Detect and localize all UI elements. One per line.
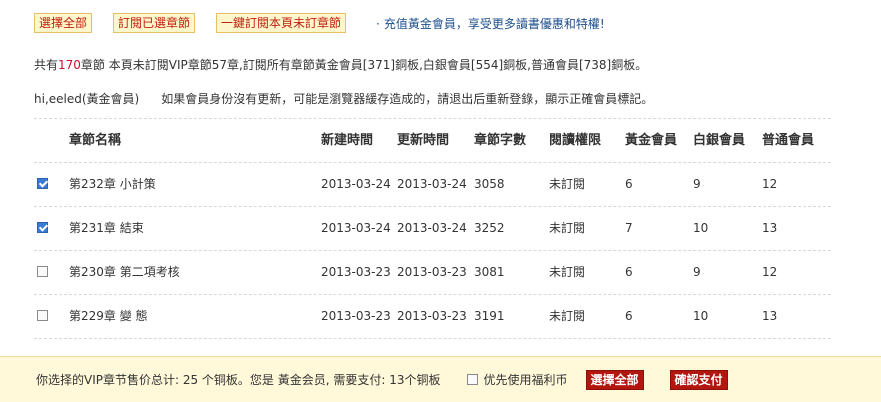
- table-header: 章節名稱 新建時間 更新時間 章節字數 閱讀權限 黃金會員 白銀會員 普通會員: [34, 118, 831, 163]
- top-toolbar: 選擇全部 訂閱已選章節 一鍵訂閱本頁未訂章節 · 充值黃金會員，享受更多讀書優惠和…: [34, 12, 605, 34]
- silver-price: 9: [693, 177, 701, 191]
- header-words: 章節字數: [474, 133, 527, 148]
- row-checkbox-cell: [37, 251, 48, 294]
- header-gold: 黃金會員: [625, 133, 678, 148]
- chapter-table: 章節名稱 新建時間 更新時間 章節字數 閱讀權限 黃金會員 白銀會員 普通會員 …: [34, 118, 831, 339]
- header-normal: 普通會員: [762, 133, 815, 148]
- read-permission: 未訂閱: [549, 221, 586, 235]
- gold-price: 6: [625, 265, 633, 279]
- prefer-welfare-checkbox[interactable]: [466, 374, 478, 385]
- header-chapter-name: 章節名稱: [69, 133, 122, 148]
- summary-prefix: 共有: [34, 58, 59, 72]
- row-checkbox[interactable]: [37, 178, 48, 189]
- promo-text[interactable]: 充值黃金會員，享受更多讀書優惠和特權!: [384, 17, 605, 31]
- total-price-text: 你选择的VIP章节售价总计: 25 个铜板。您是 黃金会员, 需要支付: 13个…: [36, 373, 441, 387]
- updated-date: 2013-03-24: [397, 221, 467, 235]
- word-count: 3252: [474, 221, 505, 235]
- read-permission: 未訂閱: [549, 265, 586, 279]
- read-permission: 未訂閱: [549, 309, 586, 323]
- user-line: hi,eeled(黃金會員) 如果會員身份沒有更新，可能是瀏覽器緩存造成的，請退出…: [34, 90, 653, 107]
- chapter-name: 第232章 小計策: [69, 177, 156, 191]
- read-permission: 未訂閱: [549, 177, 586, 191]
- normal-price: 13: [762, 221, 778, 235]
- silver-price: 10: [693, 221, 709, 235]
- prefer-welfare-option[interactable]: 优先使用福利币: [466, 371, 568, 388]
- row-checkbox-cell: [37, 163, 48, 206]
- row-checkbox-cell: [37, 207, 48, 250]
- row-checkbox-cell: [37, 295, 48, 338]
- summary-line: 共有170章節 本頁未訂閱VIP章節57章,訂閱所有章節黃金會員[371]銅板,…: [34, 56, 647, 73]
- silver-price: 10: [693, 309, 709, 323]
- gold-price: 6: [625, 309, 633, 323]
- updated-date: 2013-03-23: [397, 265, 467, 279]
- cache-message: 如果會員身份沒有更新，可能是瀏覽器緩存造成的，請退出后重新登錄，顯示正確會員標記…: [161, 92, 654, 106]
- chapter-name: 第229章 變 態: [69, 309, 148, 323]
- updated-date: 2013-03-23: [397, 309, 467, 323]
- row-checkbox[interactable]: [37, 310, 48, 321]
- table-row: 第229章 變 態 2013-03-23 2013-03-23 3191 未訂閱…: [34, 295, 831, 339]
- prefer-welfare-label[interactable]: 优先使用福利币: [484, 371, 568, 388]
- bottom-select-all-button[interactable]: 選擇全部: [585, 369, 644, 390]
- silver-price: 9: [693, 265, 701, 279]
- subscribe-selected-button[interactable]: 訂閱已選章節: [113, 13, 196, 33]
- normal-price: 12: [762, 265, 778, 279]
- word-count: 3191: [474, 309, 505, 323]
- chapter-name: 第230章 第二項考核: [69, 265, 180, 279]
- chapter-name: 第231章 結束: [69, 221, 144, 235]
- gold-price: 6: [625, 177, 633, 191]
- table-row: 第230章 第二項考核 2013-03-23 2013-03-23 3081 未…: [34, 251, 831, 295]
- table-row: 第231章 結束 2013-03-24 2013-03-24 3252 未訂閱 …: [34, 207, 831, 251]
- row-checkbox[interactable]: [37, 222, 48, 233]
- payment-bar: 你选择的VIP章节售价总计: 25 个铜板。您是 黃金会员, 需要支付: 13个…: [0, 356, 881, 402]
- header-created: 新建時間: [321, 133, 374, 148]
- summary-suffix: 章節 本頁未訂閱VIP章節57章,訂閱所有章節黃金會員[371]銅板,白銀會員[…: [80, 58, 648, 72]
- chapter-count: 170: [58, 58, 81, 72]
- created-date: 2013-03-24: [321, 177, 391, 191]
- word-count: 3081: [474, 265, 505, 279]
- header-permission: 閱讀權限: [549, 133, 602, 148]
- created-date: 2013-03-24: [321, 221, 391, 235]
- header-updated: 更新時間: [397, 133, 450, 148]
- header-silver: 白銀會員: [693, 133, 746, 148]
- promo-link[interactable]: · 充值黃金會員，享受更多讀書優惠和特權!: [376, 15, 605, 32]
- updated-date: 2013-03-24: [397, 177, 467, 191]
- confirm-pay-button[interactable]: 確認支付: [669, 369, 728, 390]
- created-date: 2013-03-23: [321, 265, 391, 279]
- subscribe-page-button[interactable]: 一鍵訂閱本頁未訂章節: [216, 13, 347, 33]
- row-checkbox[interactable]: [37, 266, 48, 277]
- word-count: 3058: [474, 177, 505, 191]
- normal-price: 13: [762, 309, 778, 323]
- user-name: hi,eeled(黃金會員): [34, 92, 140, 106]
- select-all-button[interactable]: 選擇全部: [34, 13, 93, 33]
- table-row: 第232章 小計策 2013-03-24 2013-03-24 3058 未訂閱…: [34, 163, 831, 207]
- bullet-icon: ·: [376, 16, 380, 31]
- normal-price: 12: [762, 177, 778, 191]
- gold-price: 7: [625, 221, 633, 235]
- created-date: 2013-03-23: [321, 309, 391, 323]
